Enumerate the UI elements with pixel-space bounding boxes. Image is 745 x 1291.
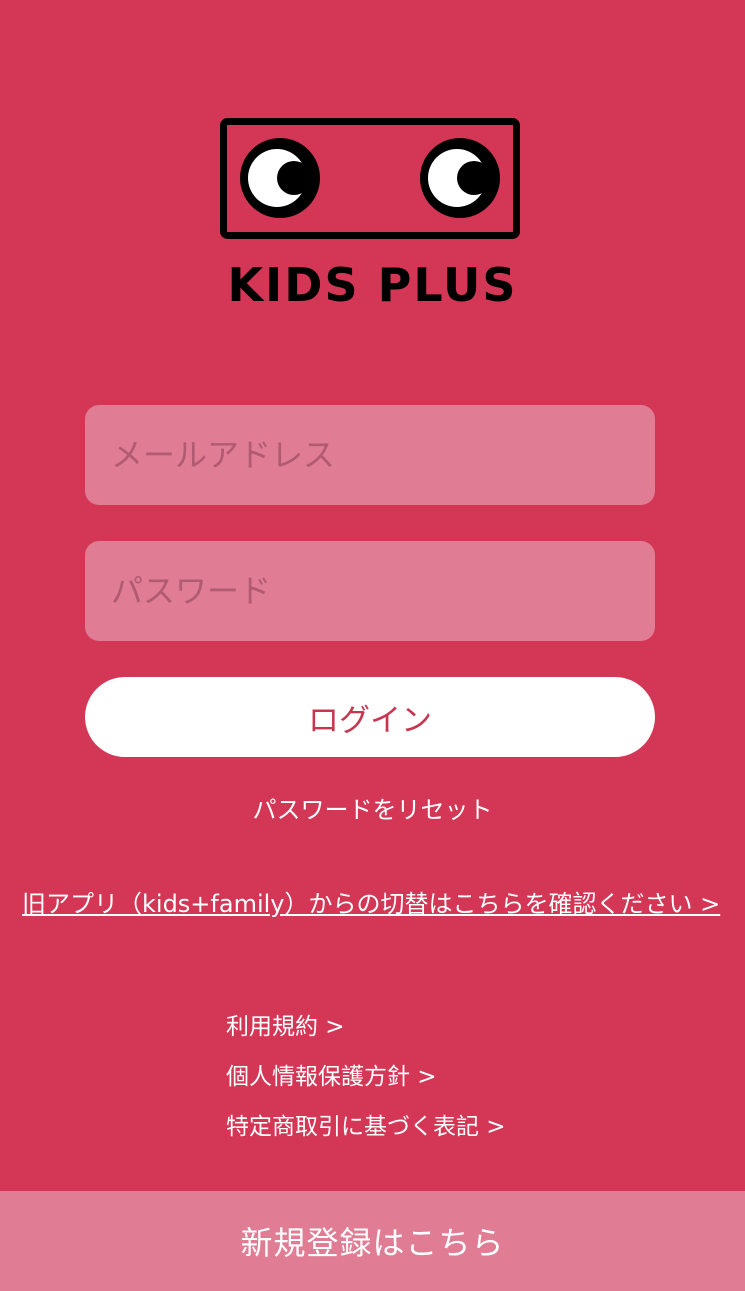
privacy-policy-link[interactable]: 個人情報保護方針 > bbox=[226, 1062, 506, 1112]
email-input[interactable] bbox=[85, 405, 655, 505]
reset-password-link[interactable]: パスワードをリセット bbox=[0, 790, 745, 825]
signup-label: 新規登録はこちら bbox=[240, 1224, 505, 1262]
login-screen: KIDS PLUS ログイン パスワードをリセット 旧アプリ（kids+fami… bbox=[0, 0, 745, 1291]
commercial-transactions-link[interactable]: 特定商取引に基づく表記 > bbox=[226, 1112, 506, 1162]
legacy-app-migration-link[interactable]: 旧アプリ（kids+family）からの切替はこちらを確認ください > bbox=[22, 884, 722, 919]
legal-links: 利用規約 > 個人情報保護方針 > 特定商取引に基づく表記 > bbox=[226, 1012, 506, 1162]
brand-wordmark: KIDS PLUS bbox=[227, 258, 518, 312]
terms-of-use-link[interactable]: 利用規約 > bbox=[226, 1012, 506, 1062]
robot-eyes-logo-icon bbox=[220, 118, 520, 240]
login-button[interactable]: ログイン bbox=[85, 677, 655, 757]
signup-button[interactable]: 新規登録はこちら bbox=[0, 1191, 745, 1291]
password-input[interactable] bbox=[85, 541, 655, 641]
